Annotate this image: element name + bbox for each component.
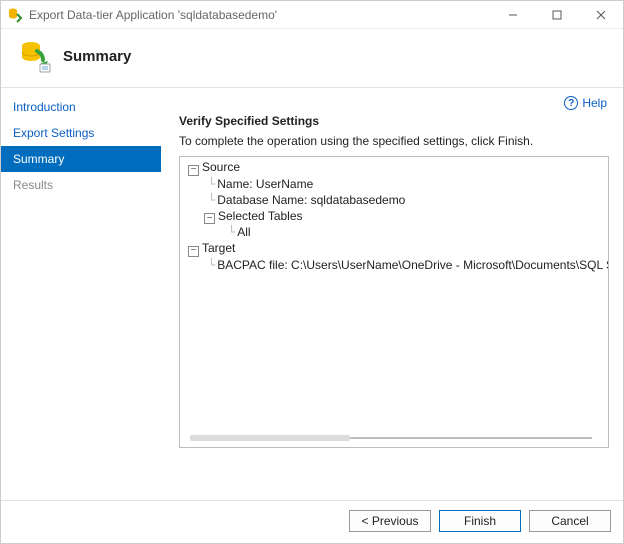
tree-node-target[interactable]: −Target bbox=[184, 240, 608, 257]
tree-branch-icon: └ bbox=[208, 257, 215, 273]
cancel-button[interactable]: Cancel bbox=[529, 510, 611, 532]
section-title: Verify Specified Settings bbox=[179, 114, 609, 128]
sidebar-item-export-settings[interactable]: Export Settings bbox=[1, 120, 161, 146]
app-icon bbox=[7, 7, 23, 23]
help-label: Help bbox=[582, 96, 607, 110]
tree-leaf-name: └Name: UserName bbox=[184, 176, 608, 192]
window-title: Export Data-tier Application 'sqldatabas… bbox=[29, 8, 491, 22]
tree-branch-icon: └ bbox=[228, 224, 235, 240]
wizard-footer: < Previous Finish Cancel bbox=[1, 500, 623, 540]
page-title: Summary bbox=[63, 48, 131, 65]
content-area: ? Help Verify Specified Settings To comp… bbox=[161, 88, 623, 500]
tree-leaf-bacpac-file: └BACPAC file: C:\Users\UserName\OneDrive… bbox=[184, 257, 608, 273]
help-link[interactable]: ? Help bbox=[564, 96, 607, 110]
collapse-icon[interactable]: − bbox=[188, 246, 199, 257]
finish-button[interactable]: Finish bbox=[439, 510, 521, 532]
maximize-button[interactable] bbox=[535, 1, 579, 28]
summary-icon bbox=[17, 39, 51, 73]
collapse-icon[interactable]: − bbox=[204, 213, 215, 224]
sidebar-item-introduction[interactable]: Introduction bbox=[1, 94, 161, 120]
section-subtitle: To complete the operation using the spec… bbox=[179, 134, 609, 148]
wizard-sidebar: Introduction Export Settings Summary Res… bbox=[1, 88, 161, 500]
window-controls bbox=[491, 1, 623, 28]
help-icon: ? bbox=[564, 96, 578, 110]
close-button[interactable] bbox=[579, 1, 623, 28]
tree-branch-icon: └ bbox=[208, 176, 215, 192]
tree-node-source[interactable]: −Source bbox=[184, 159, 608, 176]
minimize-button[interactable] bbox=[491, 1, 535, 28]
tree-leaf-database-name: └Database Name: sqldatabasedemo bbox=[184, 192, 608, 208]
tree-branch-icon: └ bbox=[208, 192, 215, 208]
tree-node-selected-tables[interactable]: −Selected Tables bbox=[184, 208, 608, 225]
previous-button[interactable]: < Previous bbox=[349, 510, 431, 532]
wizard-header: Summary bbox=[1, 29, 623, 88]
horizontal-scrollbar[interactable] bbox=[190, 437, 592, 439]
title-bar: Export Data-tier Application 'sqldatabas… bbox=[1, 1, 623, 29]
sidebar-item-summary[interactable]: Summary bbox=[1, 146, 161, 172]
collapse-icon[interactable]: − bbox=[188, 165, 199, 176]
settings-tree[interactable]: −Source └Name: UserName └Database Name: … bbox=[179, 156, 609, 448]
sidebar-item-results: Results bbox=[1, 172, 161, 198]
tree-leaf-all: └All bbox=[184, 224, 608, 240]
